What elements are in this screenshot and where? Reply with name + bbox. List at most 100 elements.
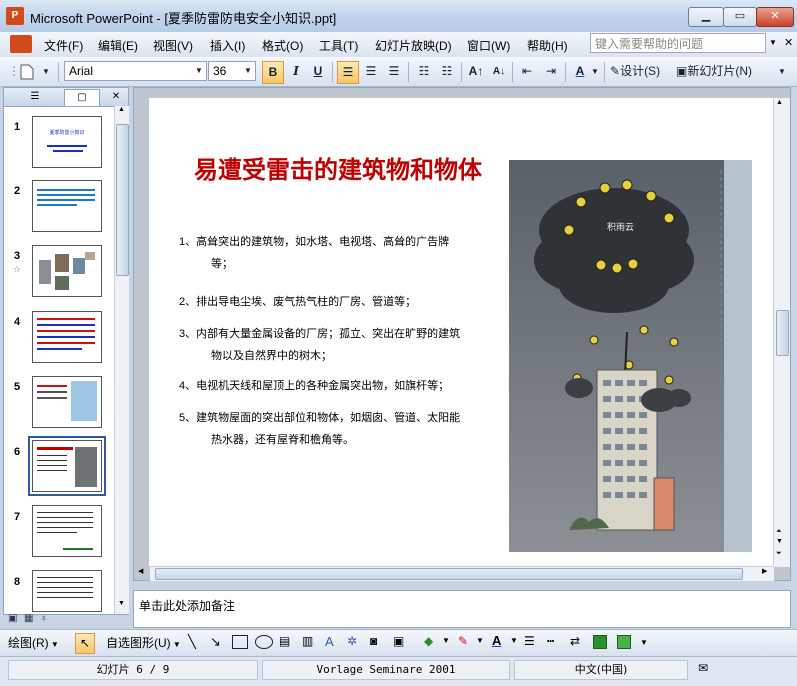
vertical-scroll-thumb[interactable] (776, 310, 789, 356)
slideshow-view-icon[interactable]: ♁ (40, 613, 48, 624)
spelling-check-icon[interactable]: ✉ (698, 661, 708, 675)
textbox-tool-icon[interactable]: ▤ (279, 634, 290, 648)
font-size-select[interactable]: 36 ▼ (208, 61, 256, 81)
3d-style-icon[interactable] (617, 635, 631, 649)
bullet-item-2[interactable]: 2、排出导电尘埃、废气热气柱的厂房、管道等； (179, 291, 499, 313)
scroll-down-icon[interactable]: ▼ (115, 600, 128, 612)
bold-button[interactable]: B (262, 61, 284, 84)
picture-icon[interactable]: ▣ (393, 634, 404, 648)
horizontal-scroll-thumb[interactable] (155, 568, 743, 580)
slide-horizontal-scrollbar[interactable]: ◀ ▶ (138, 566, 774, 581)
tab-slides[interactable]: ▢ (64, 89, 100, 106)
bullet-item-4[interactable]: 4、电视机天线和屋顶上的各种金属突出物，如旗杆等； (179, 375, 499, 397)
toolbar-options-icon[interactable]: ▼ (640, 638, 648, 647)
menu-file[interactable]: 文件(F) (44, 37, 83, 54)
slide-thumbnail-6[interactable] (28, 436, 106, 496)
decrease-font-icon[interactable]: A↓ (489, 61, 509, 82)
oval-tool-icon[interactable] (255, 635, 273, 649)
bullet-item-5[interactable]: 5、建筑物屋面的突出部位和物体，如烟囱、管道、太阳能 热水器，还有屋脊和檐角等。 (179, 407, 499, 451)
draw-menu-button[interactable]: 绘图(R) ▼ (8, 634, 59, 651)
scroll-up-icon[interactable]: ▲ (776, 99, 783, 106)
document-icon[interactable] (10, 35, 32, 53)
slide-thumbnail-3[interactable] (32, 245, 102, 297)
align-center-icon[interactable]: ☰ (361, 61, 381, 82)
slide-thumbnail-4[interactable] (32, 311, 102, 363)
panel-scroll-thumb[interactable] (116, 124, 129, 276)
rectangle-tool-icon[interactable] (232, 635, 248, 649)
slide-sorter-icon[interactable]: ▦ (24, 613, 33, 624)
font-color-icon[interactable]: A (492, 633, 501, 648)
menu-view[interactable]: 视图(V) (153, 37, 193, 54)
arrow-style-icon[interactable]: ⇄ (570, 634, 580, 648)
shadow-style-icon[interactable] (593, 635, 607, 649)
slide-thumbnail-8[interactable] (32, 570, 102, 612)
decrease-indent-icon[interactable]: ⇤ (517, 61, 537, 82)
font-color-dropdown-icon[interactable]: ▼ (590, 61, 600, 82)
align-right-icon[interactable]: ☰ (384, 61, 404, 82)
close-button[interactable]: ✕ (756, 7, 794, 27)
menu-insert[interactable]: 插入(I) (210, 37, 245, 54)
increase-font-icon[interactable]: A↑ (466, 61, 486, 82)
scroll-up-icon[interactable]: ▲ (115, 106, 128, 118)
bullet-item-3[interactable]: 3、内部有大量金属设备的厂房；孤立、突出在旷野的建筑 物以及自然界中的树木； (179, 323, 499, 367)
lightning-building-illustration[interactable]: 积雨云 (509, 160, 752, 552)
diagram-icon[interactable]: ✲ (347, 634, 357, 648)
menu-tools[interactable]: 工具(T) (319, 37, 358, 54)
dash-style-icon[interactable]: ┅ (547, 634, 554, 648)
menu-slideshow[interactable]: 幻灯片放映(D) (375, 37, 452, 54)
scroll-right-icon[interactable]: ▶ (762, 567, 767, 575)
font-color-dropdown-icon[interactable]: ▼ (510, 636, 518, 645)
chevron-down-icon[interactable]: ▼ (766, 33, 780, 53)
select-pointer-icon[interactable]: ↖ (75, 633, 95, 654)
font-name-select[interactable]: Arial ▼ (64, 61, 207, 81)
align-left-icon[interactable]: ☰ (337, 61, 359, 84)
fill-color-dropdown-icon[interactable]: ▼ (442, 636, 450, 645)
line-tool-icon[interactable]: ╲ (188, 634, 196, 650)
slide-thumbnail-5[interactable] (32, 376, 102, 428)
slide-thumbnail-7[interactable] (32, 505, 102, 557)
minimize-button[interactable]: ▁ (688, 7, 724, 27)
toolbar-grip-icon[interactable]: ⋮ (8, 61, 20, 82)
help-search-input[interactable]: 键入需要帮助的问题 (590, 33, 766, 53)
maximize-button[interactable]: ▭ (723, 7, 757, 27)
autoshapes-menu-button[interactable]: 自选图形(U) ▼ (106, 634, 181, 651)
scroll-down-icon[interactable]: ▼ (776, 538, 783, 546)
panel-scrollbar[interactable]: ▲ ▼ (114, 106, 129, 614)
notes-pane[interactable]: 单击此处添加备注 (133, 590, 791, 628)
toolbar-options-icon[interactable]: ▼ (776, 61, 788, 82)
slide-title[interactable]: 易遭受雷击的建筑物和物体 (194, 156, 494, 184)
design-button[interactable]: ✎设计(S) (610, 61, 672, 82)
increase-indent-icon[interactable]: ⇥ (541, 61, 561, 82)
close-document-icon[interactable]: ✕ (784, 36, 793, 49)
numbered-list-icon[interactable]: ☷ (414, 61, 434, 82)
scroll-left-icon[interactable]: ◀ (138, 567, 143, 575)
menu-help[interactable]: 帮助(H) (527, 37, 568, 54)
normal-view-icon[interactable]: ▣ (8, 613, 17, 624)
arrow-tool-icon[interactable]: ↘ (210, 634, 221, 650)
previous-slide-icon[interactable]: ⏶ (776, 528, 782, 536)
new-document-icon[interactable] (16, 61, 38, 82)
bullet-item-1[interactable]: 1、高耸突出的建筑物，如水塔、电视塔、高耸的广告牌 等； (179, 231, 499, 275)
slide-thumbnail-1[interactable]: 夏季防雷小知识 (32, 116, 102, 168)
next-slide-icon[interactable]: ⏷ (776, 550, 782, 558)
underline-button[interactable]: U (308, 61, 328, 82)
italic-button[interactable]: I (286, 61, 306, 82)
vertical-textbox-icon[interactable]: ▥ (302, 634, 313, 648)
new-dropdown-icon[interactable]: ▼ (40, 61, 52, 82)
menu-format[interactable]: 格式(O) (262, 37, 303, 54)
font-color-icon[interactable]: A (570, 61, 590, 82)
line-color-dropdown-icon[interactable]: ▼ (476, 636, 484, 645)
line-style-icon[interactable]: ☰ (524, 634, 535, 648)
slide-thumbnail-2[interactable] (32, 180, 102, 232)
slide-canvas[interactable]: 易遭受雷击的建筑物和物体 1、高耸突出的建筑物，如水塔、电视塔、高耸的广告牌 等… (149, 98, 774, 566)
new-slide-button[interactable]: ▣新幻灯片(N) (676, 61, 764, 82)
bulleted-list-icon[interactable]: ☷ (437, 61, 457, 82)
menu-edit[interactable]: 编辑(E) (98, 37, 138, 54)
slide-vertical-scrollbar[interactable]: ▲ ⏶ ▼ ⏷ (773, 98, 790, 567)
wordart-icon[interactable]: A (325, 634, 334, 649)
fill-color-icon[interactable]: ◆ (424, 634, 433, 648)
powerpoint-app-icon[interactable]: P (6, 7, 24, 25)
panel-close-icon[interactable]: ✕ (108, 89, 124, 105)
line-color-icon[interactable]: ✎ (458, 634, 468, 648)
tab-outline[interactable]: ☰ (18, 89, 52, 105)
